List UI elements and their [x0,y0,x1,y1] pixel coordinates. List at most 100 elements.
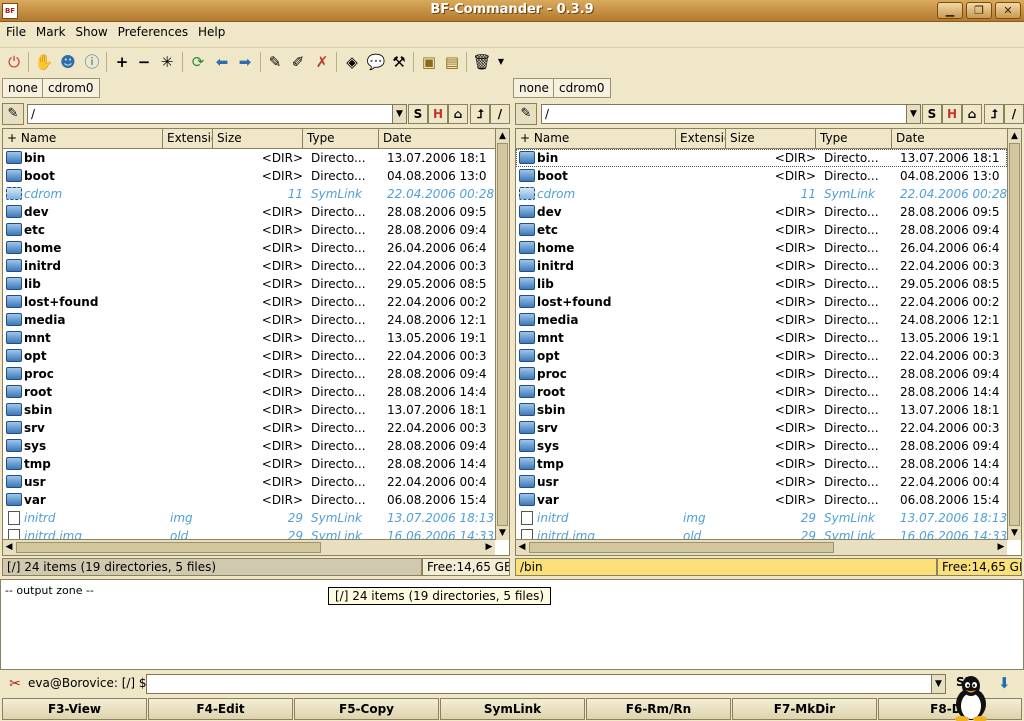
file-row[interactable]: lib <DIR> Directo... 29.05.2006 08:5 [516,275,1007,293]
quit-icon[interactable]: ⏻ [4,52,24,72]
file-row[interactable]: boot <DIR> Directo... 04.08.2006 13:0 [516,167,1007,185]
scroll-up-icon[interactable]: ▲ [1008,129,1021,143]
column-date[interactable]: Date [379,129,499,149]
column-name[interactable]: + Name [516,129,676,149]
file-row[interactable]: initrd img 29 SymLink 13.07.2006 18:13: [3,509,495,527]
back-icon[interactable]: ⬅ [212,52,232,72]
file-row[interactable]: mnt <DIR> Directo... 13.05.2006 19:1 [516,329,1007,347]
right-file-panel[interactable]: + Name Extension Size Type Date bin <DIR>… [515,128,1022,556]
maximize-icon[interactable]: ❐ [966,2,992,19]
scroll-up-icon[interactable]: ▲ [496,129,509,143]
menu-file[interactable]: File [0,22,26,39]
left-horizontal-scrollbar[interactable]: ◀ ▶ [3,539,495,555]
file-row[interactable]: opt <DIR> Directo... 22.04.2006 00:3 [516,347,1007,365]
scroll-thumb[interactable] [16,542,321,553]
scroll-down-icon[interactable]: ▼ [496,526,509,540]
column-name[interactable]: + Name [3,129,163,149]
file-row[interactable]: home <DIR> Directo... 26.04.2006 06:4 [3,239,495,257]
box-icon[interactable]: ▤ [442,52,462,72]
scroll-right-icon[interactable]: ▶ [995,540,1007,555]
left-path-input[interactable]: / ▼ [27,104,407,124]
right-vertical-scrollbar[interactable]: ▲ ▼ [1007,129,1021,540]
info-icon[interactable]: ⓘ [82,52,102,72]
chevron-down-icon[interactable]: ▼ [906,105,920,123]
left-h-button[interactable]: H [428,104,448,124]
command-input[interactable]: ▼ [146,674,946,694]
remove-icon[interactable]: − [134,52,154,72]
right-bookmark-cdrom0[interactable]: cdrom0 [553,78,611,98]
menu-mark[interactable]: Mark [30,22,66,39]
file-row[interactable]: usr <DIR> Directo... 22.04.2006 00:4 [516,473,1007,491]
scroll-right-icon[interactable]: ▶ [483,540,495,555]
file-row[interactable]: root <DIR> Directo... 28.08.2006 14:4 [516,383,1007,401]
f6-rmrn-button[interactable]: F6-Rm/Rn [586,698,731,720]
f7-mkdir-button[interactable]: F7-MkDir [732,698,877,720]
file-row[interactable]: etc <DIR> Directo... 28.08.2006 09:4 [516,221,1007,239]
trash-icon[interactable]: 🗑 [472,52,492,72]
tags-icon[interactable]: ✐ [288,52,308,72]
f4-edit-button[interactable]: F4-Edit [148,698,293,720]
file-row[interactable]: bin <DIR> Directo... 13.07.2006 18:1 [516,149,1007,167]
tag-icon[interactable]: ✎ [265,52,285,72]
left-vertical-scrollbar[interactable]: ▲ ▼ [495,129,509,540]
file-row[interactable]: initrd <DIR> Directo... 22.04.2006 00:3 [516,257,1007,275]
file-row[interactable]: lost+found <DIR> Directo... 22.04.2006 00:2 [516,293,1007,311]
file-row[interactable]: srv <DIR> Directo... 22.04.2006 00:3 [516,419,1007,437]
right-s-button[interactable]: S [922,104,942,124]
chevron-down-icon[interactable]: ▼ [392,105,406,123]
right-bookmark-none[interactable]: none [513,78,555,98]
up-icon[interactable]: ⮥ [470,104,490,124]
file-row[interactable]: sys <DIR> Directo... 28.08.2006 09:4 [516,437,1007,455]
left-root-button[interactable]: / [490,104,510,124]
scroll-left-icon[interactable]: ◀ [516,540,528,555]
tag-path-icon[interactable]: ✎ [2,103,24,125]
column-type[interactable]: Type [816,129,892,149]
column-date[interactable]: Date [892,129,1012,149]
column-extension[interactable]: Extension [676,129,726,149]
refresh-icon[interactable]: ⟳ [188,52,208,72]
right-path-input[interactable]: / ▼ [541,104,921,124]
home-icon[interactable]: ⌂ [448,104,468,124]
up-icon[interactable]: ⮥ [984,104,1004,124]
file-row[interactable]: boot <DIR> Directo... 04.08.2006 13:0 [3,167,495,185]
menu-preferences[interactable]: Preferences [112,22,189,39]
file-row[interactable]: dev <DIR> Directo... 28.08.2006 09:5 [3,203,495,221]
right-root-button[interactable]: / [1004,104,1024,124]
stop-icon[interactable]: ✋ [34,52,54,72]
package-icon[interactable]: ▣ [419,52,439,72]
scroll-left-icon[interactable]: ◀ [3,540,15,555]
right-h-button[interactable]: H [942,104,962,124]
file-row[interactable]: lib <DIR> Directo... 29.05.2006 08:5 [3,275,495,293]
file-row[interactable]: sbin <DIR> Directo... 13.07.2006 18:1 [3,401,495,419]
file-row[interactable]: var <DIR> Directo... 06.08.2006 15:4 [516,491,1007,509]
column-size[interactable]: Size [213,129,303,149]
f3-view-button[interactable]: F3-View [2,698,147,720]
dropdown-icon[interactable]: ▼ [494,52,508,72]
add-icon[interactable]: + [112,52,132,72]
file-row[interactable]: initrd img 29 SymLink 13.07.2006 18:13: [516,509,1007,527]
file-row[interactable]: media <DIR> Directo... 24.08.2006 12:1 [516,311,1007,329]
scroll-thumb[interactable] [529,542,834,553]
forward-icon[interactable]: ➡ [235,52,255,72]
file-row[interactable]: bin <DIR> Directo... 13.07.2006 18:1 [3,149,495,167]
left-file-panel[interactable]: + Name Extension Size Type Date bin <DIR>… [2,128,510,556]
file-row[interactable]: lost+found <DIR> Directo... 22.04.2006 00:2 [3,293,495,311]
file-row[interactable]: proc <DIR> Directo... 28.08.2006 09:4 [3,365,495,383]
file-row[interactable]: proc <DIR> Directo... 28.08.2006 09:4 [516,365,1007,383]
left-bookmark-cdrom0[interactable]: cdrom0 [42,78,100,98]
file-row[interactable]: tmp <DIR> Directo... 28.08.2006 14:4 [3,455,495,473]
column-type[interactable]: Type [303,129,379,149]
scroll-thumb[interactable] [497,143,508,526]
scroll-down-icon[interactable]: ▼ [1008,526,1021,540]
column-size[interactable]: Size [726,129,816,149]
column-extension[interactable]: Extension [163,129,213,149]
file-row[interactable]: tmp <DIR> Directo... 28.08.2006 14:4 [516,455,1007,473]
menu-show[interactable]: Show [69,22,107,39]
file-row[interactable]: sys <DIR> Directo... 28.08.2006 09:4 [3,437,495,455]
invert-icon[interactable]: ✳ [157,52,177,72]
file-row[interactable]: sbin <DIR> Directo... 13.07.2006 18:1 [516,401,1007,419]
file-row[interactable]: home <DIR> Directo... 26.04.2006 06:4 [516,239,1007,257]
minimize-icon[interactable]: ▁ [937,2,963,19]
file-row[interactable]: var <DIR> Directo... 06.08.2006 15:4 [3,491,495,509]
file-row[interactable]: media <DIR> Directo... 24.08.2006 12:1 [3,311,495,329]
